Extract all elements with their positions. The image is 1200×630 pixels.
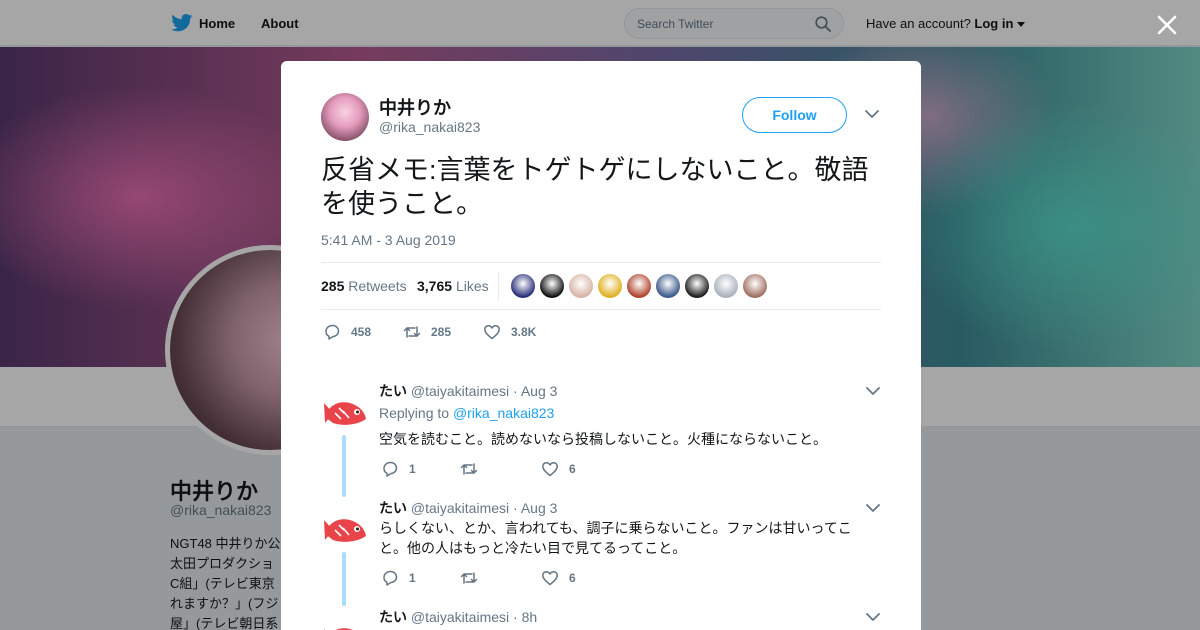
liker-avatars xyxy=(511,274,767,298)
reply-separator: · xyxy=(513,500,518,516)
author-name[interactable]: 中井りか xyxy=(379,94,451,120)
tweet-text: 反省メモ:言葉をトゲトゲにしないこと。敬語を使うこと。 xyxy=(321,155,869,219)
reply-author-handle[interactable]: @taiyakitaimesi xyxy=(411,383,509,399)
like-action[interactable]: 6 xyxy=(541,569,621,587)
chevron-down-icon[interactable] xyxy=(866,386,880,396)
reply-tweet[interactable]: たい @taiyakitaimesi · Aug 3 らしくない、とか、言われて… xyxy=(321,498,881,608)
retweet-action[interactable] xyxy=(460,460,541,478)
tweet-actions: 458 285 3.8K xyxy=(323,323,563,341)
reply-icon xyxy=(325,324,340,340)
reply-actions: 1 6 xyxy=(381,460,621,478)
reply-author-name[interactable]: たい xyxy=(379,383,407,399)
likes-stat[interactable]: 3,765 Likes xyxy=(417,278,489,294)
follow-button[interactable]: Follow xyxy=(742,97,847,133)
likes-count: 3,765 xyxy=(417,278,453,294)
liker-avatar[interactable] xyxy=(743,274,767,298)
reply-count: 1 xyxy=(409,571,416,585)
liker-avatar[interactable] xyxy=(656,274,680,298)
replying-prefix: Replying to xyxy=(379,405,450,421)
heart-icon xyxy=(542,570,558,586)
tweet-stats: 285 Retweets 3,765 Likes xyxy=(321,262,881,310)
like-action[interactable]: 3.8K xyxy=(483,323,563,341)
like-count: 6 xyxy=(569,571,576,585)
chevron-down-icon[interactable] xyxy=(865,109,879,119)
retweets-count: 285 xyxy=(321,278,345,294)
reply-date[interactable]: Aug 3 xyxy=(521,383,558,399)
retweet-action[interactable]: 285 xyxy=(403,323,483,341)
thread-line xyxy=(342,552,346,606)
fish-avatar-icon[interactable] xyxy=(321,615,369,630)
author-avatar[interactable] xyxy=(321,93,369,141)
reply-text: らしくない、とか、言われても、調子に乗らないこと。ファンは甘いってこと。他の人は… xyxy=(379,520,852,556)
reply-author-name[interactable]: たい xyxy=(379,609,407,625)
chevron-down-icon[interactable] xyxy=(866,612,880,622)
fish-avatar-icon[interactable] xyxy=(321,506,369,550)
retweet-icon xyxy=(403,326,421,338)
reply-actions: 1 6 xyxy=(381,569,621,587)
chevron-down-icon[interactable] xyxy=(866,503,880,513)
retweet-icon xyxy=(460,572,478,584)
fish-avatar-icon[interactable] xyxy=(321,389,369,433)
liker-avatar[interactable] xyxy=(540,274,564,298)
reply-author-handle[interactable]: @taiyakitaimesi xyxy=(411,500,509,516)
retweets-label: Retweets xyxy=(348,278,407,294)
reply-separator: · xyxy=(513,383,518,399)
liker-avatar[interactable] xyxy=(598,274,622,298)
reply-date[interactable]: 8h xyxy=(522,609,538,625)
reply-icon xyxy=(383,461,398,477)
reply-tweet[interactable]: たい @taiyakitaimesi · Aug 3 Replying to @… xyxy=(321,381,881,499)
likes-label: Likes xyxy=(455,278,489,294)
tweet-modal: 中井りか @rika_nakai823 Follow 反省メモ:言葉をトゲトゲに… xyxy=(281,61,921,630)
retweet-count: 285 xyxy=(431,325,452,339)
heart-icon xyxy=(542,461,558,477)
reply-action[interactable]: 1 xyxy=(381,569,460,587)
reply-author-name[interactable]: たい xyxy=(379,500,407,516)
liker-avatar[interactable] xyxy=(685,274,709,298)
replying-to: Replying to @rika_nakai823 xyxy=(379,405,554,421)
liker-avatar[interactable] xyxy=(714,274,738,298)
reply-count: 1 xyxy=(409,462,416,476)
liker-avatar[interactable] xyxy=(627,274,651,298)
reply-count: 458 xyxy=(351,325,372,339)
reply-date[interactable]: Aug 3 xyxy=(521,500,558,516)
heart-icon xyxy=(484,324,500,340)
liker-avatar[interactable] xyxy=(511,274,535,298)
reply-action[interactable]: 458 xyxy=(323,323,403,341)
retweet-action[interactable] xyxy=(460,569,541,587)
like-action[interactable]: 6 xyxy=(541,460,621,478)
reply-header: たい @taiyakitaimesi · Aug 3 xyxy=(379,381,557,401)
retweet-icon xyxy=(460,463,478,475)
reply-icon xyxy=(383,570,398,586)
replying-mention[interactable]: @rika_nakai823 xyxy=(453,405,554,421)
like-count: 6 xyxy=(569,462,576,476)
author-handle[interactable]: @rika_nakai823 xyxy=(379,119,480,135)
thread-line xyxy=(342,435,346,497)
reply-text: 空気を読むこと。読めないなら投稿しないこと。火種にならないこと。 xyxy=(379,431,827,447)
liker-avatar[interactable] xyxy=(569,274,593,298)
close-icon[interactable] xyxy=(1155,13,1179,37)
reply-author-handle[interactable]: @taiyakitaimesi xyxy=(411,609,509,625)
retweets-stat[interactable]: 285 Retweets xyxy=(321,278,407,294)
tweet-timestamp[interactable]: 5:41 AM - 3 Aug 2019 xyxy=(321,232,456,248)
reply-separator: · xyxy=(513,609,518,625)
stats-divider xyxy=(498,272,499,302)
reply-header: たい @taiyakitaimesi · Aug 3 xyxy=(379,498,557,518)
reply-action[interactable]: 1 xyxy=(381,460,460,478)
reply-tweet[interactable]: たい @taiyakitaimesi · 8h xyxy=(321,607,881,630)
reply-header: たい @taiyakitaimesi · 8h xyxy=(379,607,537,627)
like-count: 3.8K xyxy=(511,325,537,339)
